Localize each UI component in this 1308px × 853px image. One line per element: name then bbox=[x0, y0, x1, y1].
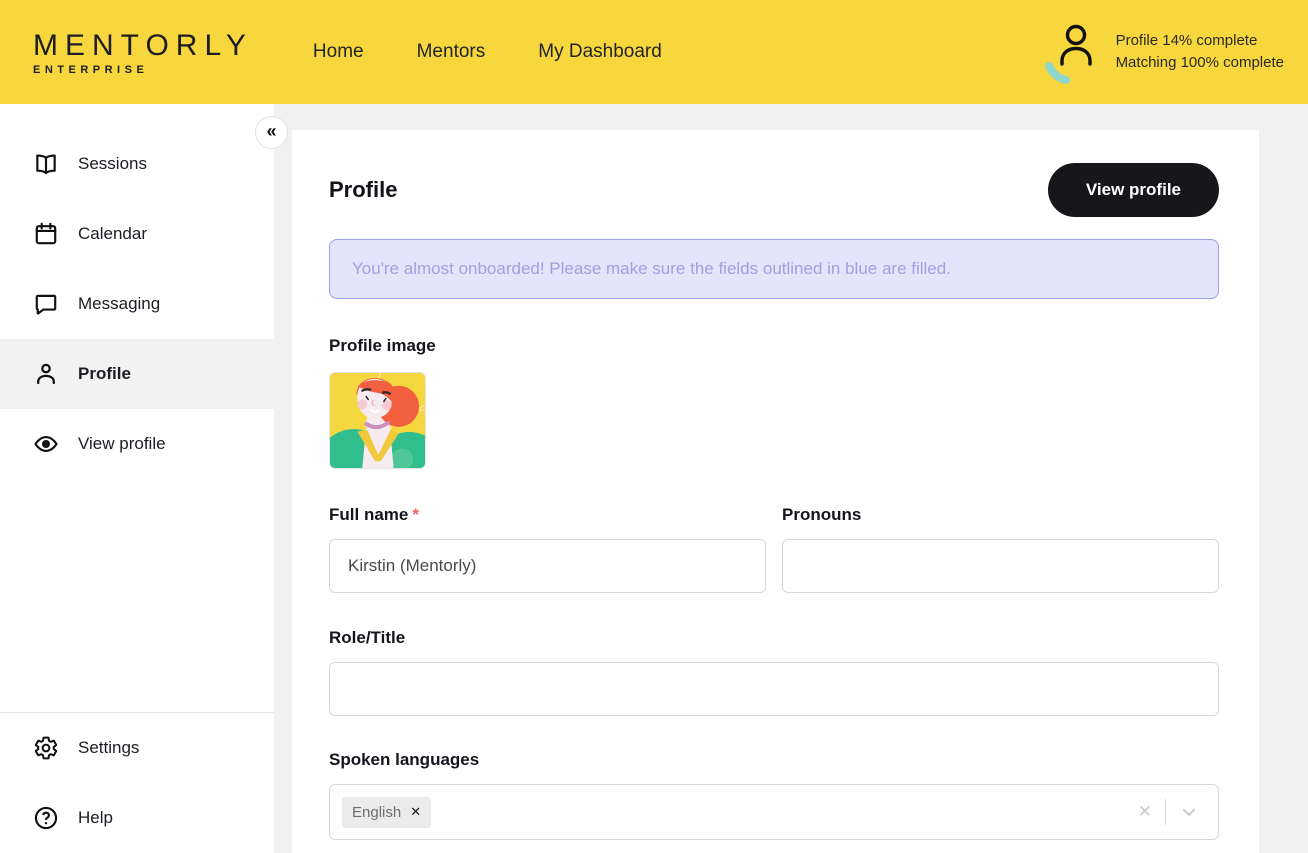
pronouns-field-group: Pronouns bbox=[782, 505, 1219, 593]
profile-image-label: Profile image bbox=[329, 336, 436, 355]
sidebar-item-label: Calendar bbox=[78, 224, 147, 243]
completion-status: Profile 14% complete Matching 100% compl… bbox=[1116, 30, 1284, 74]
sidebar-item-settings[interactable]: Settings bbox=[0, 713, 274, 783]
role-title-field-group: Role/Title bbox=[329, 628, 1219, 716]
remove-tag-icon[interactable]: ✕ bbox=[410, 804, 421, 820]
sidebar-item-label: Messaging bbox=[78, 294, 161, 313]
onboarding-banner-text: You're almost onboarded! Please make sur… bbox=[352, 259, 951, 278]
nav-home[interactable]: Home bbox=[313, 41, 364, 63]
card-header: Profile View profile bbox=[329, 163, 1219, 217]
page-title: Profile bbox=[329, 177, 398, 202]
role-title-input[interactable] bbox=[329, 662, 1219, 716]
name-pronouns-row: Full name* Pronouns bbox=[329, 505, 1219, 593]
profile-image-section: Profile image bbox=[329, 336, 1219, 469]
person-icon bbox=[37, 363, 55, 385]
app-header: MENTORLY ENTERPRISE Home Mentors My Dash… bbox=[0, 0, 1308, 104]
gear-icon bbox=[34, 736, 58, 760]
required-asterisk: * bbox=[412, 505, 419, 524]
eye-icon bbox=[34, 435, 58, 453]
sidebar-item-messaging[interactable]: Messaging bbox=[0, 269, 274, 339]
full-name-label: Full name * bbox=[329, 505, 766, 525]
clear-icon[interactable]: ✕ bbox=[1125, 802, 1165, 822]
language-tag-label: English bbox=[352, 803, 402, 821]
header-profile-status: Profile 14% complete Matching 100% compl… bbox=[1044, 19, 1284, 85]
calendar-icon bbox=[35, 222, 57, 245]
sidebar-item-help[interactable]: Help bbox=[0, 783, 274, 853]
sidebar-item-profile[interactable]: Profile bbox=[0, 339, 274, 409]
nav-my-dashboard[interactable]: My Dashboard bbox=[538, 41, 662, 63]
profile-form-card: Profile View profile You're almost onboa… bbox=[292, 130, 1259, 853]
language-tag: English ✕ bbox=[342, 796, 432, 828]
sidebar-item-calendar[interactable]: Calendar bbox=[0, 199, 274, 269]
full-name-label-text: Full name bbox=[329, 505, 409, 524]
logo-title: MENTORLY bbox=[33, 28, 253, 62]
onboarding-banner: You're almost onboarded! Please make sur… bbox=[329, 239, 1219, 299]
app-root: MENTORLY ENTERPRISE Home Mentors My Dash… bbox=[0, 0, 1308, 853]
full-name-input[interactable] bbox=[329, 539, 766, 593]
sidebar-item-label: Profile bbox=[78, 364, 131, 383]
spoken-languages-label: Spoken languages bbox=[329, 750, 480, 769]
view-profile-button[interactable]: View profile bbox=[1047, 163, 1219, 217]
help-icon bbox=[34, 806, 58, 830]
profile-complete-text: Profile 14% complete bbox=[1115, 32, 1258, 49]
role-title-label: Role/Title bbox=[329, 628, 406, 647]
full-name-field-group: Full name * bbox=[329, 505, 766, 593]
chat-icon bbox=[35, 294, 57, 315]
sidebar-item-sessions[interactable]: Sessions bbox=[0, 129, 274, 199]
profile-image[interactable] bbox=[329, 372, 426, 469]
chevron-down-icon[interactable] bbox=[1166, 802, 1212, 822]
chevron-double-left-icon: « bbox=[266, 120, 277, 141]
spoken-languages-select[interactable]: English ✕ ✕ bbox=[329, 784, 1219, 840]
sidebar-collapse-button[interactable]: « bbox=[255, 116, 288, 149]
logo-subtitle: ENTERPRISE bbox=[33, 63, 149, 76]
profile-progress-icon[interactable] bbox=[1044, 19, 1102, 85]
sidebar-item-label: Settings bbox=[78, 738, 140, 757]
main-nav: Home Mentors My Dashboard bbox=[313, 41, 662, 63]
sidebar: Sessions Calendar Messaging Profile View… bbox=[0, 104, 274, 853]
logo[interactable]: MENTORLY ENTERPRISE bbox=[33, 29, 253, 76]
spoken-languages-field-group: Spoken languages English ✕ ✕ bbox=[329, 750, 1219, 840]
select-controls: ✕ bbox=[1125, 799, 1212, 825]
book-icon bbox=[36, 154, 56, 175]
nav-mentors[interactable]: Mentors bbox=[417, 41, 486, 63]
sidebar-item-label: View profile bbox=[78, 434, 166, 453]
sidebar-item-label: Help bbox=[78, 808, 113, 827]
sidebar-item-view-profile[interactable]: View profile bbox=[0, 409, 274, 479]
sidebar-item-label: Sessions bbox=[78, 154, 147, 173]
pronouns-label: Pronouns bbox=[782, 505, 862, 524]
matching-complete-text: Matching 100% complete bbox=[1115, 54, 1284, 71]
pronouns-input[interactable] bbox=[782, 539, 1219, 593]
